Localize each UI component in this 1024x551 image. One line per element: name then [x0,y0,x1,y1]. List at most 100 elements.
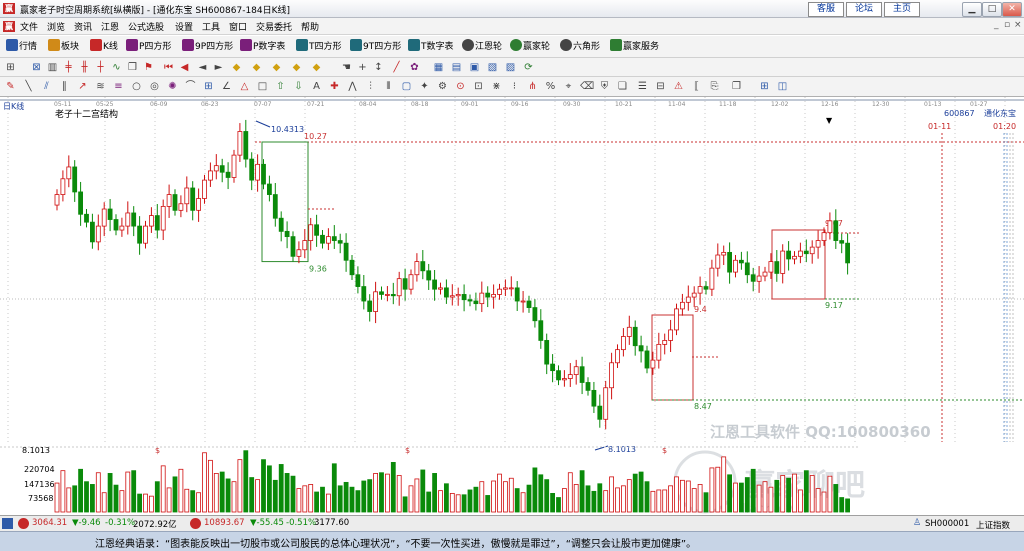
minimize-button[interactable]: ▁ [962,2,982,17]
calc-icon[interactable]: ▦ [432,61,445,74]
chart-area[interactable]: 05-11 05-25 06-09 06-23 07-07 07-21 08-04 08-18… [0,97,1024,515]
refresh-icon[interactable]: ⟳ [522,61,535,74]
diamond-2-icon[interactable]: ◆ [250,61,263,74]
menu-tools[interactable]: 工具 [202,20,220,33]
menu-window[interactable]: 窗口 [229,20,247,33]
menu-browse[interactable]: 浏览 [47,20,65,33]
fib-icon[interactable]: ≡ [112,80,125,93]
back-icon[interactable]: ◄ [196,61,209,74]
forum-link[interactable]: 论坛 [846,2,882,17]
draw-fan-icon[interactable]: ✿ [408,61,421,74]
indicator-dropdown-arrow[interactable]: ▼ [826,116,833,125]
table-icon[interactable]: ▤ [450,61,463,74]
wave-icon[interactable]: ≋ [94,80,107,93]
layers-icon[interactable]: ❏ [616,80,629,93]
period-icon[interactable]: ⦀ [382,80,395,93]
diamond-icon[interactable]: ◆ [230,61,243,74]
toolbar-9p-square-button[interactable]: 9P四方形 [182,39,233,55]
measure-icon[interactable]: ⌖ [562,80,575,93]
hand-icon[interactable]: ☚ [340,61,353,74]
star-icon[interactable]: ✦ [418,80,431,93]
text-icon[interactable]: A [310,80,323,93]
gann-box-icon[interactable]: ⊡ [472,80,485,93]
ellipse-icon[interactable]: ◎ [148,80,161,93]
time-icon[interactable]: ⊙ [454,80,467,93]
menu-formula-select[interactable]: 公式选股 [128,20,164,33]
mark-icon[interactable]: ✚ [328,80,341,93]
percent-icon[interactable]: % [544,80,557,93]
crosshair-icon[interactable]: + [356,61,369,74]
toolbar-t-number-button[interactable]: T数字表 [408,39,454,55]
arc-icon[interactable]: ⌒ [184,80,197,93]
menu-settings[interactable]: 设置 [175,20,193,33]
prev-icon[interactable]: ◀ [178,61,191,74]
toolbar-p-square-button[interactable]: P四方形 [126,39,171,55]
speed-icon[interactable]: ⋔ [526,80,539,93]
toolbar-quotes-button[interactable]: 行情 [6,39,37,55]
kline-type-icon[interactable]: ❒ [126,61,139,74]
split-icon[interactable]: ◫ [776,80,789,93]
layout-icon[interactable]: ⊞ [4,61,17,74]
channel-icon[interactable]: ⫽ [40,80,53,93]
bar-chart-icon[interactable]: ▥ [46,61,59,74]
close-button[interactable]: ✕ [1002,2,1022,17]
toolbar-hexagon-button[interactable]: 六角形 [560,39,600,55]
diamond-5-icon[interactable]: ◆ [310,61,323,74]
up-arrow-icon[interactable]: ⇧ [274,80,287,93]
cursor-icon[interactable]: ↕ [372,61,385,74]
child-minimize-button[interactable]: _ [994,20,999,30]
toolbar-gann-wheel-button[interactable]: 江恩轮 [462,39,502,55]
maximize-button[interactable]: □ [982,2,1002,17]
homepage-link[interactable]: 主页 [884,2,920,17]
box-icon[interactable]: ▢ [400,80,413,93]
down-arrow-icon[interactable]: ⇩ [292,80,305,93]
gear-icon[interactable]: ⚙ [436,80,449,93]
spiral-icon[interactable]: ✺ [166,80,179,93]
export-2-icon[interactable]: ⎘ [708,80,721,93]
toolbar-service-button[interactable]: 赢家服务 [610,39,659,55]
multi-window-icon[interactable]: ⊞ [758,80,771,93]
zoom-icon[interactable]: ⊠ [30,61,43,74]
toolbar-t-square-button[interactable]: T四方形 [296,39,342,55]
print-icon[interactable]: ▧ [486,61,499,74]
trend-icon[interactable]: ↗ [76,80,89,93]
cycle-icon[interactable]: ⫶ [364,80,377,93]
toolbar-p-number-button[interactable]: P数字表 [240,39,285,55]
dotline-icon[interactable]: ⁝ [508,80,521,93]
triangle-icon[interactable]: △ [238,80,251,93]
toolbar-sectors-button[interactable]: 板块 [48,39,79,55]
lock-icon[interactable]: ⛨ [598,80,611,93]
circle-icon[interactable]: ○ [130,80,143,93]
toolbar-winner-wheel-button[interactable]: 赢家轮 [510,39,550,55]
menu-help[interactable]: 帮助 [301,20,319,33]
candle-set-icon[interactable]: ┼ [94,61,107,74]
toolbar-kline-button[interactable]: K线 [90,39,118,55]
sh-index-icon[interactable] [2,518,13,529]
menu-file[interactable]: 文件 [20,20,38,33]
forward-icon[interactable]: ► [212,61,225,74]
kline-chart[interactable]: 05-11 05-25 06-09 06-23 07-07 07-21 08-04 08-18… [0,97,1024,515]
gann-fan-icon[interactable]: ⋇ [490,80,503,93]
square-icon[interactable]: □ [256,80,269,93]
draw-line-icon[interactable]: ╱ [390,61,403,74]
flag-icon[interactable]: ⚑ [142,61,155,74]
diamond-4-icon[interactable]: ◆ [290,61,303,74]
menu-trade[interactable]: 交易委托 [256,20,292,33]
diamond-3-icon[interactable]: ◆ [270,61,283,74]
list-icon[interactable]: ☰ [636,80,649,93]
pencil-icon[interactable]: ✎ [4,80,17,93]
ruler-icon[interactable]: ╲ [22,80,35,93]
grid-tool-icon[interactable]: ⊞ [202,80,215,93]
alert-icon[interactable]: ⚠ [672,80,685,93]
menu-gann[interactable]: 江恩 [101,20,119,33]
line-chart-icon[interactable]: ∿ [110,61,123,74]
menu-info[interactable]: 资讯 [74,20,92,33]
parallel-icon[interactable]: ∥ [58,80,71,93]
child-restore-button[interactable]: ▫ [1004,20,1010,30]
chart-stack-icon[interactable]: ⊟ [654,80,667,93]
window-icon[interactable]: ❐ [730,80,743,93]
angle-icon[interactable]: ∠ [220,80,233,93]
delete-icon[interactable]: ⌫ [580,80,594,93]
candle-icon[interactable]: ╪ [62,61,75,74]
first-icon[interactable]: ⏮ [162,61,175,74]
